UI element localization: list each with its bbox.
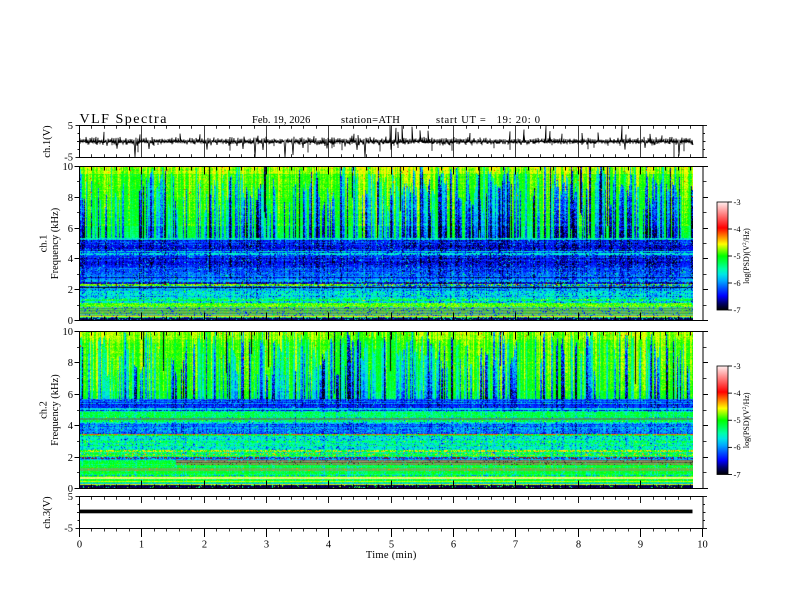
svg-text:-6: -6	[734, 278, 741, 288]
svg-text:-3: -3	[734, 197, 741, 207]
svg-text:Feb. 19, 2026: Feb. 19, 2026	[252, 115, 310, 126]
svg-text:Time (min): Time (min)	[366, 550, 417, 561]
svg-text:-4: -4	[734, 388, 742, 398]
svg-text:5: 5	[68, 121, 73, 132]
svg-text:log(PSD)(V2/Hz): log(PSD)(V2/Hz)	[742, 392, 751, 448]
svg-text:0: 0	[68, 484, 73, 495]
svg-text:Frequency (kHz): Frequency (kHz)	[50, 374, 61, 446]
svg-text:2: 2	[68, 453, 73, 464]
svg-text:0: 0	[68, 316, 73, 327]
svg-text:10: 10	[63, 162, 74, 173]
svg-text:-5: -5	[64, 524, 73, 535]
svg-text:4: 4	[326, 540, 332, 551]
svg-text:10: 10	[63, 327, 74, 338]
svg-text:Frequency (kHz): Frequency (kHz)	[50, 207, 61, 279]
svg-text:ch.3(V): ch.3(V)	[42, 496, 53, 529]
svg-text:4: 4	[68, 421, 74, 432]
svg-text:ch.2: ch.2	[39, 401, 50, 419]
svg-text:6: 6	[68, 390, 73, 401]
svg-text:8: 8	[68, 193, 73, 204]
svg-text:VLF Spectra: VLF Spectra	[80, 112, 168, 127]
svg-text:1: 1	[139, 540, 144, 551]
svg-text:log(PSD)(V2/Hz): log(PSD)(V2/Hz)	[742, 228, 751, 284]
svg-text:8: 8	[68, 358, 73, 369]
svg-text:-4: -4	[734, 224, 742, 234]
svg-text:-7: -7	[734, 305, 741, 315]
svg-text:start UT = 19: 20: 0: start UT = 19: 20: 0	[436, 115, 541, 126]
svg-text:3: 3	[264, 540, 269, 551]
svg-text:0: 0	[77, 540, 82, 551]
svg-text:6: 6	[451, 540, 456, 551]
svg-text:10: 10	[697, 540, 708, 551]
svg-text:9: 9	[638, 540, 643, 551]
svg-text:5: 5	[389, 540, 394, 551]
svg-text:2: 2	[202, 540, 207, 551]
svg-text:-6: -6	[734, 442, 741, 452]
svg-text:station=ATH: station=ATH	[341, 115, 400, 126]
svg-text:-5: -5	[734, 251, 741, 261]
svg-text:-7: -7	[734, 469, 741, 479]
svg-text:6: 6	[68, 224, 73, 235]
svg-text:7: 7	[513, 540, 518, 551]
svg-text:4: 4	[68, 254, 74, 265]
svg-text:ch.1(V): ch.1(V)	[42, 125, 53, 158]
svg-text:ch.1: ch.1	[39, 235, 50, 253]
svg-text:-5: -5	[734, 415, 741, 425]
svg-text:2: 2	[68, 285, 73, 296]
svg-text:8: 8	[576, 540, 581, 551]
svg-text:-3: -3	[734, 361, 741, 371]
